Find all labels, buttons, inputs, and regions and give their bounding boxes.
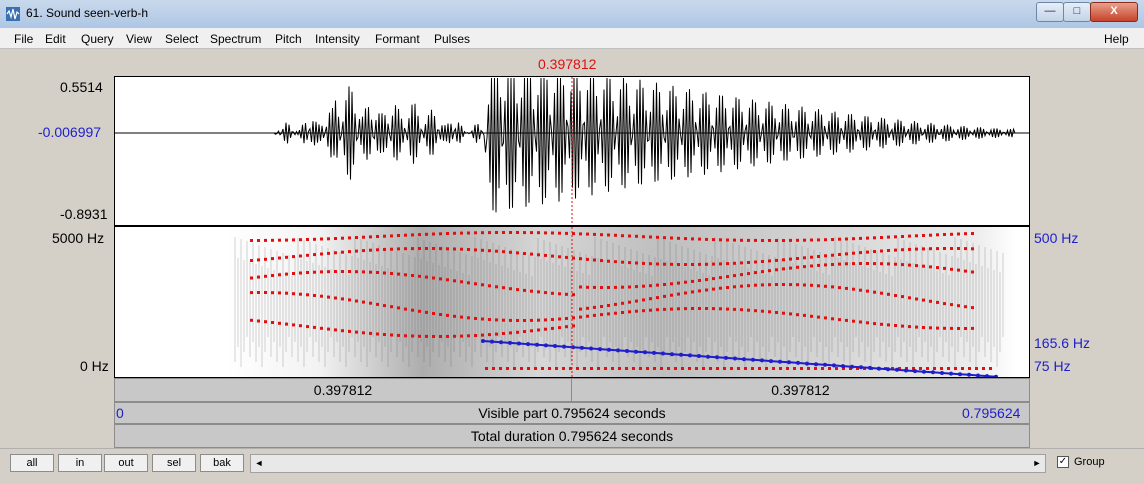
waveform-plot bbox=[115, 77, 1029, 225]
waveform-panel[interactable] bbox=[114, 76, 1030, 226]
maximize-button[interactable]: □ bbox=[1063, 2, 1091, 22]
menu-pulses[interactable]: Pulses bbox=[434, 32, 470, 46]
total-duration-label: Total duration 0.795624 seconds bbox=[470, 428, 674, 444]
pitch-bottom-label: 75 Hz bbox=[1034, 358, 1071, 374]
left-segment-label: 0.397812 bbox=[313, 382, 373, 398]
right-segment-bar[interactable]: 0.397812 bbox=[571, 378, 1030, 402]
minimize-button[interactable]: — bbox=[1036, 2, 1064, 22]
out-button[interactable]: out bbox=[104, 454, 148, 472]
sel-button[interactable]: sel bbox=[152, 454, 196, 472]
title-bar[interactable]: 61. Sound seen-verb-h — □ X bbox=[0, 0, 1144, 29]
cursor-time-label: 0.397812 bbox=[538, 56, 597, 72]
menu-intensity[interactable]: Intensity bbox=[315, 32, 360, 46]
menu-bar: File Edit Query View Select Spectrum Pit… bbox=[0, 28, 1144, 49]
visible-part-bar[interactable]: Visible part 0.795624 seconds bbox=[114, 402, 1030, 424]
window-title: 61. Sound seen-verb-h bbox=[26, 6, 149, 20]
right-segment-label: 0.397812 bbox=[771, 382, 830, 398]
menu-query[interactable]: Query bbox=[81, 32, 114, 46]
menu-file[interactable]: File bbox=[14, 32, 33, 46]
menu-select[interactable]: Select bbox=[165, 32, 198, 46]
visible-part-label: Visible part 0.795624 seconds bbox=[478, 405, 666, 421]
spectrogram-bottom-freq: 0 Hz bbox=[80, 358, 109, 374]
waveform-min-label: -0.8931 bbox=[60, 206, 108, 222]
waveform-zero-label: -0.006997 bbox=[38, 124, 102, 140]
visible-end-label: 0.795624 bbox=[962, 405, 1021, 421]
scroll-right-icon[interactable]: ► bbox=[1029, 455, 1045, 472]
in-button[interactable]: in bbox=[58, 454, 102, 472]
all-button[interactable]: all bbox=[10, 454, 54, 472]
bottom-separator bbox=[0, 448, 1144, 449]
menu-pitch[interactable]: Pitch bbox=[275, 32, 302, 46]
close-button[interactable]: X bbox=[1090, 2, 1138, 22]
sound-app-icon bbox=[6, 7, 20, 21]
menu-view[interactable]: View bbox=[126, 32, 152, 46]
visible-start-label: 0 bbox=[116, 405, 124, 421]
menu-edit[interactable]: Edit bbox=[45, 32, 66, 46]
total-duration-bar[interactable]: Total duration 0.795624 seconds bbox=[114, 424, 1030, 448]
bak-button[interactable]: bak bbox=[200, 454, 244, 472]
left-segment-bar[interactable]: 0.397812 bbox=[114, 378, 572, 402]
spectrogram-top-freq: 5000 Hz bbox=[52, 230, 105, 246]
group-checkbox[interactable]: ✓ bbox=[1057, 456, 1069, 468]
pitch-top-label: 500 Hz bbox=[1034, 230, 1079, 246]
group-label: Group bbox=[1074, 456, 1105, 468]
pitch-cursor-label: 165.6 Hz bbox=[1034, 335, 1091, 351]
menu-formant[interactable]: Formant bbox=[375, 32, 420, 46]
waveform-max-label: 0.5514 bbox=[60, 79, 103, 95]
time-scrollbar[interactable]: ◄ ► bbox=[250, 454, 1046, 473]
spectrogram-plot bbox=[225, 227, 1015, 377]
menu-help[interactable]: Help bbox=[1104, 32, 1129, 46]
spectrogram-panel[interactable] bbox=[114, 226, 1030, 378]
menu-spectrum[interactable]: Spectrum bbox=[210, 32, 261, 46]
scroll-left-icon[interactable]: ◄ bbox=[251, 455, 267, 472]
